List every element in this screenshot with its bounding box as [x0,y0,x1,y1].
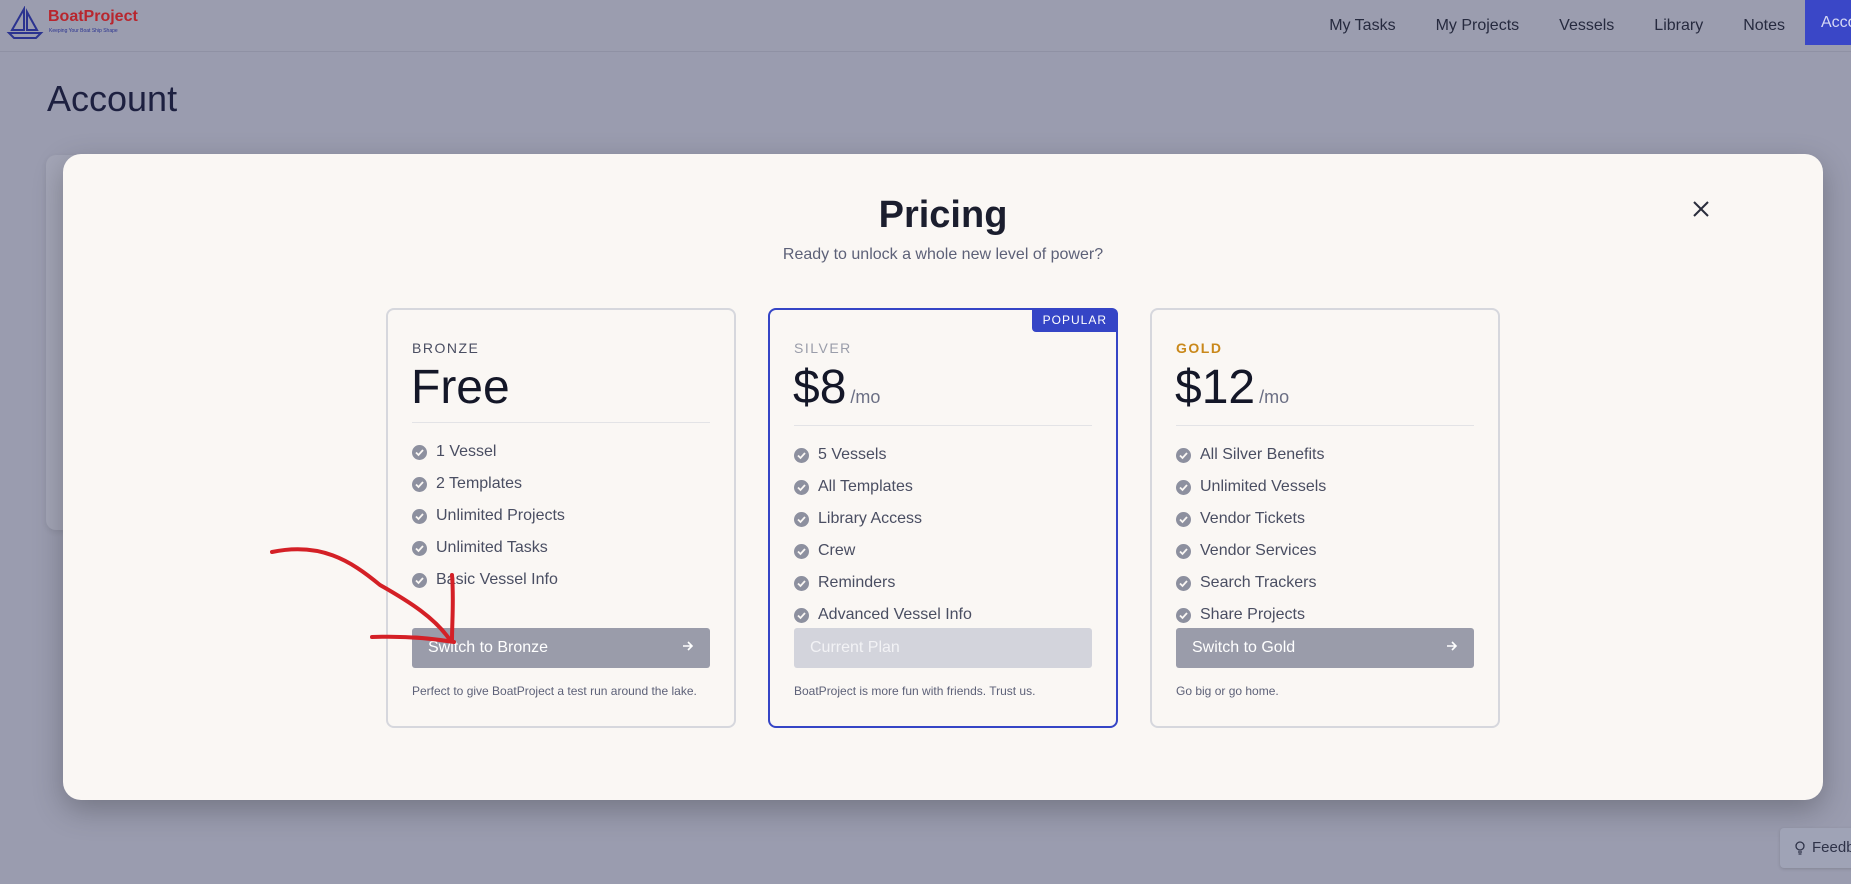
modal-title: Pricing [878,194,1008,236]
check-circle-icon [794,479,809,495]
brand-logo[interactable]: BoatProject Keeping Your Boat Ship Shape [6,6,146,42]
check-circle-icon [412,444,427,460]
arrow-right-icon [683,641,694,651]
check-circle-icon [1176,479,1191,495]
feature-list: 5 Vessels All Templates Library Access C… [794,439,972,631]
list-item: 1 Vessel [412,436,565,468]
nav-notes[interactable]: Notes [1723,4,1805,48]
list-item: 2 Templates [412,468,565,500]
list-item: Library Access [794,503,972,535]
nav-vessels[interactable]: Vessels [1539,4,1634,48]
list-item: All Silver Benefits [1176,439,1326,471]
divider [1176,425,1474,426]
modal-subtitle: Ready to unlock a whole new level of pow… [782,246,1104,263]
pricing-modal: Pricing Ready to unlock a whole new leve… [63,154,1823,800]
list-item: All Templates [794,471,972,503]
check-circle-icon [794,511,809,527]
check-circle-icon [794,543,809,559]
check-circle-icon [1176,447,1191,463]
plan-note: Perfect to give BoatProject a test run a… [412,684,697,698]
check-circle-icon [1176,543,1191,559]
nav-library[interactable]: Library [1634,4,1723,48]
check-circle-icon [794,575,809,591]
check-circle-icon [412,508,427,524]
list-item: Search Trackers [1176,567,1326,599]
plan-card-gold: GOLD $12/mo All Silver Benefits Unlimite… [1150,308,1500,728]
list-item: Share Projects [1176,599,1326,631]
plan-card-bronze: BRONZE Free 1 Vessel 2 Templates Unlimit… [386,308,736,728]
sailboat-icon [6,6,44,39]
nav-my-tasks[interactable]: My Tasks [1309,4,1415,48]
list-item: Unlimited Projects [412,500,565,532]
popular-badge: POPULAR [1031,308,1118,332]
list-item: Reminders [794,567,972,599]
list-item: Vendor Tickets [1176,503,1326,535]
feature-list: All Silver Benefits Unlimited Vessels Ve… [1176,439,1326,631]
plan-price: $12/mo [1175,361,1290,414]
feedback-button[interactable]: Feedback [1780,828,1851,868]
main-nav: My Tasks My Projects Vessels Library Not… [1309,0,1851,52]
list-item: Vendor Services [1176,535,1326,567]
check-circle-icon [794,447,809,463]
plan-note: Go big or go home. [1176,684,1279,698]
check-circle-icon [1176,575,1191,591]
list-item: Advanced Vessel Info [794,599,972,631]
plan-card-silver: POPULAR SILVER $8/mo 5 Vessels All Templ… [768,308,1118,728]
list-item: Unlimited Vessels [1176,471,1326,503]
plan-price: Free [411,361,510,414]
check-circle-icon [794,607,809,623]
divider [794,425,1092,426]
plan-price: $8/mo [793,361,881,414]
page-title: Account [47,78,178,119]
close-icon[interactable] [1686,194,1716,224]
current-plan-button: Current Plan [794,628,1092,668]
red-arrow-annotation [270,547,456,644]
check-circle-icon [412,476,427,492]
arrow-right-icon [1447,641,1458,651]
divider [412,422,710,423]
check-circle-icon [1176,511,1191,527]
check-circle-icon [1176,607,1191,623]
brand-tagline: Keeping Your Boat Ship Shape [49,28,118,34]
nav-my-projects[interactable]: My Projects [1416,4,1540,48]
list-item: Crew [794,535,972,567]
plan-name: BRONZE [412,340,480,356]
plan-name: SILVER [794,340,852,356]
plan-note: BoatProject is more fun with friends. Tr… [794,684,1036,698]
plan-name: GOLD [1176,340,1223,356]
list-item: 5 Vessels [794,439,972,471]
top-navbar: BoatProject Keeping Your Boat Ship Shape… [0,0,1851,52]
nav-account[interactable]: Account [1805,0,1851,45]
switch-to-gold-button[interactable]: Switch to Gold [1176,628,1474,668]
brand-name: BoatProject [48,8,138,25]
lightbulb-icon [1795,841,1805,855]
